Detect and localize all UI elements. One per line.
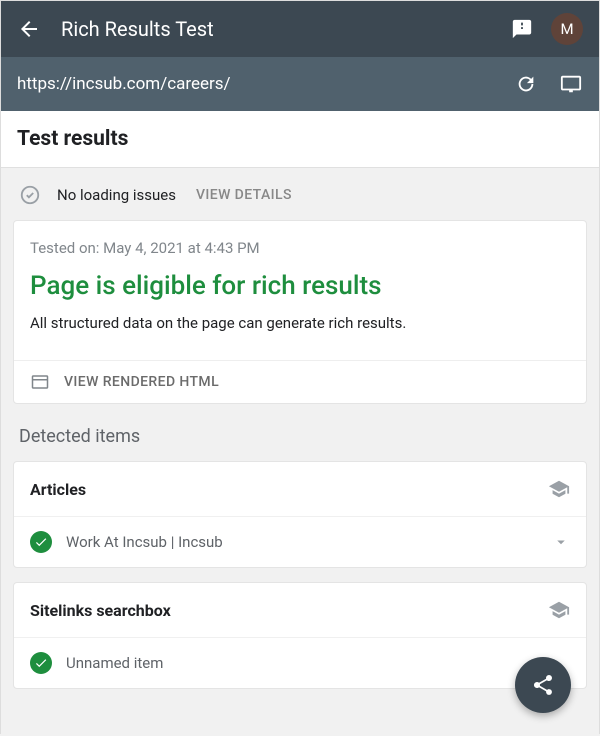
view-rendered-html-button[interactable]: VIEW RENDERED HTML xyxy=(14,360,586,403)
verdict-subtitle: All structured data on the page can gene… xyxy=(30,314,570,332)
url-bar: https://incsub.com/careers/ xyxy=(1,57,599,111)
app-title: Rich Results Test xyxy=(61,17,511,41)
tested-on-text: Tested on: May 4, 2021 at 4:43 PM xyxy=(30,239,570,257)
group-header[interactable]: Sitelinks searchbox xyxy=(14,583,586,637)
avatar[interactable]: M xyxy=(551,13,583,45)
group-header[interactable]: Articles xyxy=(14,462,586,516)
back-arrow-icon[interactable] xyxy=(17,17,41,41)
feedback-icon[interactable] xyxy=(511,18,533,40)
verdict-title: Page is eligible for rich results xyxy=(30,271,570,302)
tested-url: https://incsub.com/careers/ xyxy=(17,74,515,94)
chevron-down-icon xyxy=(552,533,570,551)
refresh-icon[interactable] xyxy=(515,73,537,95)
topbar: Rich Results Test M xyxy=(1,1,599,57)
detected-group-sitelinks: Sitelinks searchbox Unnamed item xyxy=(13,582,587,689)
share-icon xyxy=(531,673,555,697)
detected-group-articles: Articles Work At Incsub | Incsub xyxy=(13,461,587,568)
check-circle-icon xyxy=(30,652,52,674)
results-header: Test results xyxy=(1,111,599,168)
scroll-area[interactable]: No loading issues VIEW DETAILS Tested on… xyxy=(1,168,599,736)
graduation-cap-icon xyxy=(548,478,570,500)
check-circle-icon xyxy=(30,531,52,553)
detected-item-row[interactable]: Work At Incsub | Incsub xyxy=(14,516,586,567)
view-rendered-label: VIEW RENDERED HTML xyxy=(64,374,219,390)
loading-status-row[interactable]: No loading issues VIEW DETAILS xyxy=(13,180,587,220)
detected-item-label: Unnamed item xyxy=(66,654,570,672)
detected-item-label: Work At Incsub | Incsub xyxy=(66,533,538,551)
desktop-icon[interactable] xyxy=(559,73,583,95)
page-title: Test results xyxy=(17,127,583,151)
view-details-button[interactable]: VIEW DETAILS xyxy=(196,187,292,203)
detected-items-title: Detected items xyxy=(13,420,587,461)
share-fab[interactable] xyxy=(515,657,571,713)
check-circle-outline-icon xyxy=(19,184,41,206)
webpage-icon xyxy=(30,373,50,391)
group-name: Articles xyxy=(30,480,86,499)
graduation-cap-icon xyxy=(548,599,570,621)
loading-status-text: No loading issues xyxy=(57,186,176,204)
summary-card: Tested on: May 4, 2021 at 4:43 PM Page i… xyxy=(13,220,587,404)
detected-item-row[interactable]: Unnamed item xyxy=(14,637,586,688)
group-name: Sitelinks searchbox xyxy=(30,601,171,620)
